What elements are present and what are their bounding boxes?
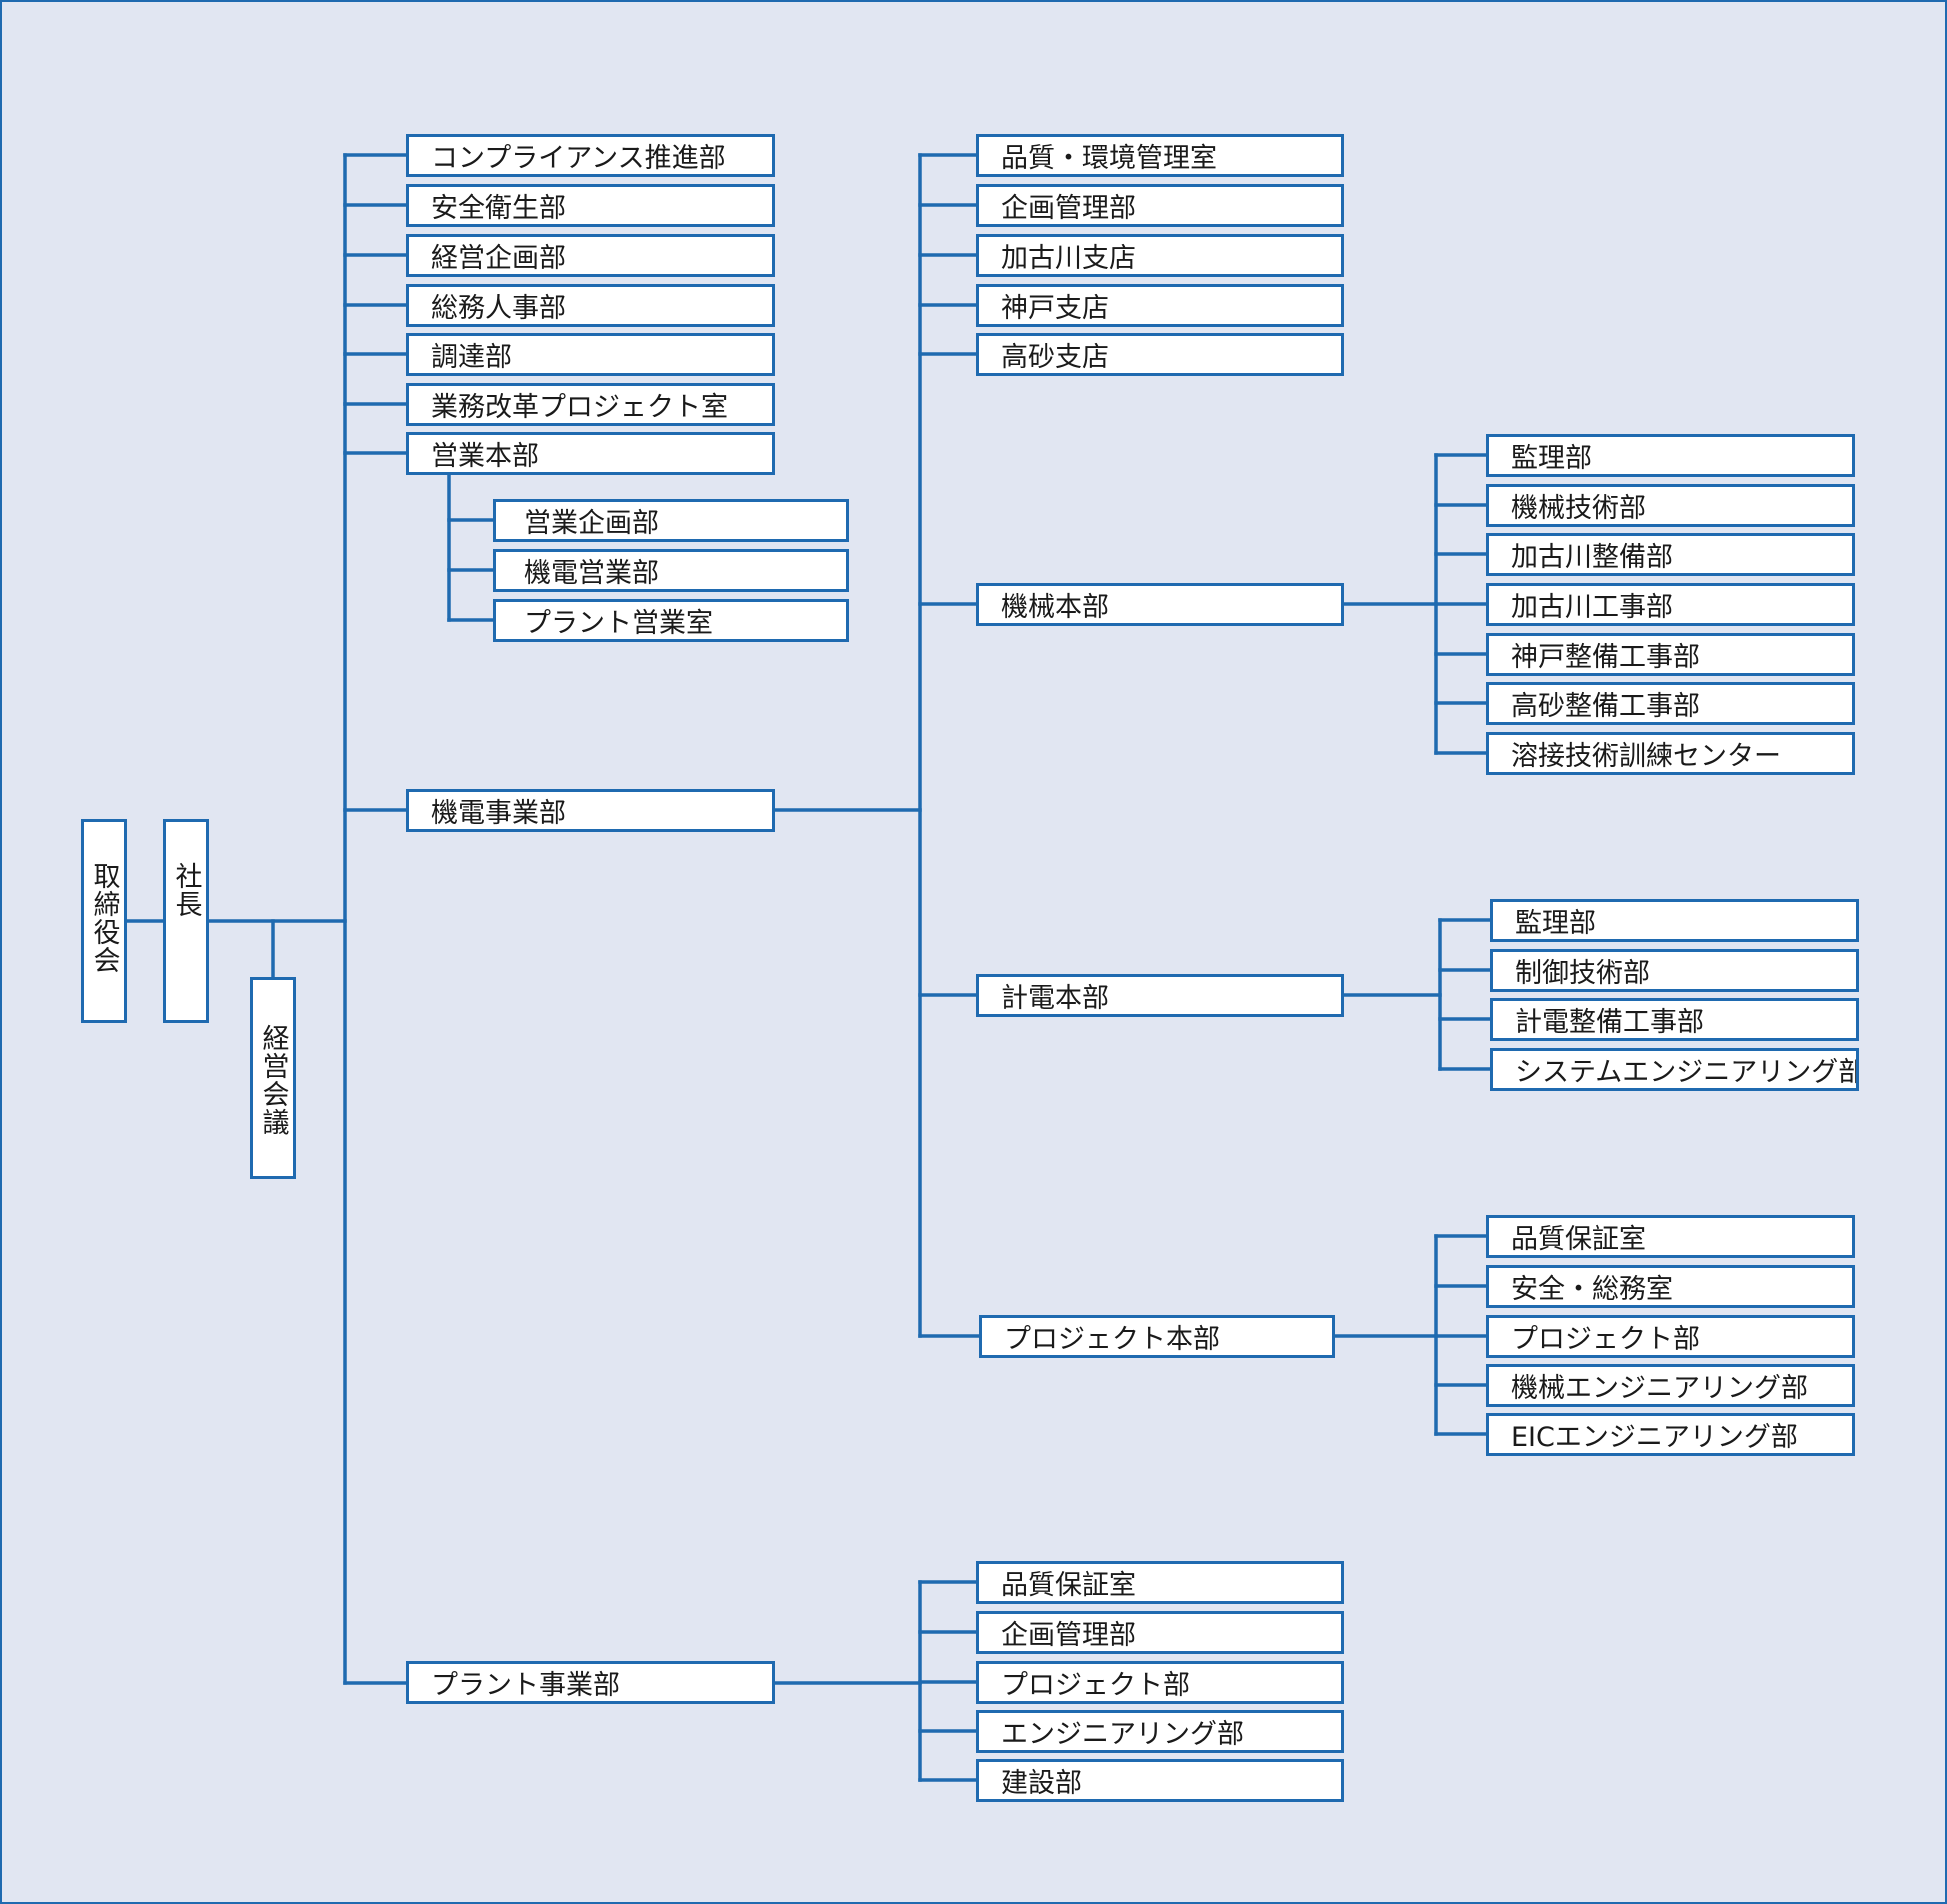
- machinery-dept-mechanical-engineering: 機械技術部: [1486, 484, 1855, 527]
- project-dept-project: プロジェクト部: [1486, 1315, 1855, 1358]
- machinery-dept-kobe-maintenance-construction: 神戸整備工事部: [1486, 633, 1855, 676]
- box-label: 加古川支店: [1001, 243, 1136, 274]
- box-label: プラント事業部: [431, 1670, 620, 1701]
- project-dept-eic-engineering: EICエンジニアリング部: [1486, 1413, 1855, 1456]
- sales-dept-sales-planning: 営業企画部: [493, 499, 849, 542]
- box-label: 総務人事部: [431, 293, 566, 324]
- box-label: 神戸整備工事部: [1511, 642, 1700, 673]
- box-label: 加古川整備部: [1511, 542, 1673, 573]
- corporate-dept-corporate-planning: 経営企画部: [406, 234, 775, 277]
- machinery-dept-supervision: 監理部: [1486, 434, 1855, 477]
- box-label: 建設部: [1001, 1768, 1082, 1799]
- box-label: 計電本部: [1001, 983, 1109, 1014]
- box-label: 機械技術部: [1511, 493, 1646, 524]
- project-dept-safety-general-affairs: 安全・総務室: [1486, 1265, 1855, 1308]
- box-label: 神戸支店: [1001, 293, 1109, 324]
- box-label: 業務改革プロジェクト室: [431, 392, 728, 423]
- box-label: 高砂整備工事部: [1511, 691, 1700, 722]
- box-label: 加古川工事部: [1511, 592, 1673, 623]
- instrumentation-dept-system-engineering: システムエンジニアリング部: [1490, 1048, 1859, 1091]
- org-chart: 取締役会 社長 経営会議 コンプライアンス推進部 安全衛生部 経営企画部 総務人…: [0, 0, 1947, 1904]
- box-label: プロジェクト本部: [1004, 1324, 1220, 1355]
- box-label: プラント営業室: [524, 608, 713, 639]
- box-label: 監理部: [1515, 908, 1596, 939]
- project-hq-box: プロジェクト本部: [979, 1315, 1335, 1358]
- plant-dept-quality-assurance: 品質保証室: [976, 1561, 1344, 1604]
- president-box: 社長: [163, 819, 209, 1023]
- corporate-dept-safety-health: 安全衛生部: [406, 184, 775, 227]
- box-label: 安全衛生部: [431, 193, 566, 224]
- kiden-staff-kobe-branch: 神戸支店: [976, 284, 1344, 327]
- corporate-dept-sales-hq: 営業本部: [406, 432, 775, 475]
- plant-dept-project: プロジェクト部: [976, 1661, 1344, 1704]
- box-label: 機械本部: [1001, 592, 1109, 623]
- box-label: 品質・環境管理室: [1001, 143, 1217, 174]
- instrumentation-dept-control-engineering: 制御技術部: [1490, 949, 1859, 992]
- box-label: 企画管理部: [1001, 193, 1136, 224]
- box-label: 経営企画部: [431, 243, 566, 274]
- machinery-dept-welding-training-center: 溶接技術訓練センター: [1486, 732, 1855, 775]
- box-label: 計電整備工事部: [1515, 1007, 1704, 1038]
- corporate-dept-procurement: 調達部: [406, 333, 775, 376]
- project-dept-mechanical-engineering: 機械エンジニアリング部: [1486, 1364, 1855, 1407]
- box-label: 営業本部: [431, 441, 539, 472]
- box-label: システムエンジニアリング部: [1515, 1057, 1859, 1088]
- project-dept-quality-assurance: 品質保証室: [1486, 1215, 1855, 1258]
- kiden-staff-kakogawa-branch: 加古川支店: [976, 234, 1344, 277]
- kiden-division-box: 機電事業部: [406, 789, 775, 832]
- box-label: 安全・総務室: [1511, 1274, 1673, 1305]
- box-label: 機電事業部: [431, 798, 566, 829]
- box-label: 品質保証室: [1001, 1570, 1136, 1601]
- box-label: プロジェクト部: [1001, 1670, 1190, 1701]
- machinery-dept-takasago-maintenance-construction: 高砂整備工事部: [1486, 682, 1855, 725]
- sales-dept-plant-sales: プラント営業室: [493, 599, 849, 642]
- box-label: 機電営業部: [524, 558, 659, 589]
- box-label: 品質保証室: [1511, 1224, 1646, 1255]
- corporate-dept-general-affairs-hr: 総務人事部: [406, 284, 775, 327]
- box-label: エンジニアリング部: [1001, 1719, 1244, 1750]
- box-label: コンプライアンス推進部: [431, 143, 726, 174]
- management-meeting-label: 経営会議: [257, 1024, 289, 1136]
- plant-dept-planning-management: 企画管理部: [976, 1611, 1344, 1654]
- kiden-staff-takasago-branch: 高砂支店: [976, 333, 1344, 376]
- corporate-dept-business-reform: 業務改革プロジェクト室: [406, 383, 775, 426]
- instrumentation-dept-supervision: 監理部: [1490, 899, 1859, 942]
- plant-dept-construction: 建設部: [976, 1759, 1344, 1802]
- box-label: 機械エンジニアリング部: [1511, 1373, 1808, 1404]
- box-label: 企画管理部: [1001, 1620, 1136, 1651]
- box-label: 溶接技術訓練センター: [1511, 741, 1781, 772]
- machinery-dept-kakogawa-construction: 加古川工事部: [1486, 583, 1855, 626]
- instrumentation-hq-box: 計電本部: [976, 974, 1344, 1017]
- president-label: 社長: [170, 862, 202, 918]
- box-label: 営業企画部: [524, 508, 659, 539]
- plant-division-box: プラント事業部: [406, 1661, 775, 1704]
- plant-dept-engineering: エンジニアリング部: [976, 1710, 1344, 1753]
- instrumentation-dept-maintenance-construction: 計電整備工事部: [1490, 998, 1859, 1041]
- box-label: 調達部: [431, 342, 512, 373]
- machinery-dept-kakogawa-maintenance: 加古川整備部: [1486, 533, 1855, 576]
- machinery-hq-box: 機械本部: [976, 583, 1344, 626]
- kiden-staff-quality-environment: 品質・環境管理室: [976, 134, 1344, 177]
- box-label: 制御技術部: [1515, 958, 1650, 989]
- box-label: 監理部: [1511, 443, 1592, 474]
- board-of-directors-box: 取締役会: [81, 819, 127, 1023]
- sales-dept-kiden-sales: 機電営業部: [493, 549, 849, 592]
- kiden-staff-planning-management: 企画管理部: [976, 184, 1344, 227]
- box-label: EICエンジニアリング部: [1511, 1422, 1798, 1453]
- management-meeting-box: 経営会議: [250, 977, 296, 1179]
- corporate-dept-compliance: コンプライアンス推進部: [406, 134, 775, 177]
- board-of-directors-label: 取締役会: [88, 862, 120, 974]
- box-label: 高砂支店: [1001, 342, 1109, 373]
- box-label: プロジェクト部: [1511, 1324, 1700, 1355]
